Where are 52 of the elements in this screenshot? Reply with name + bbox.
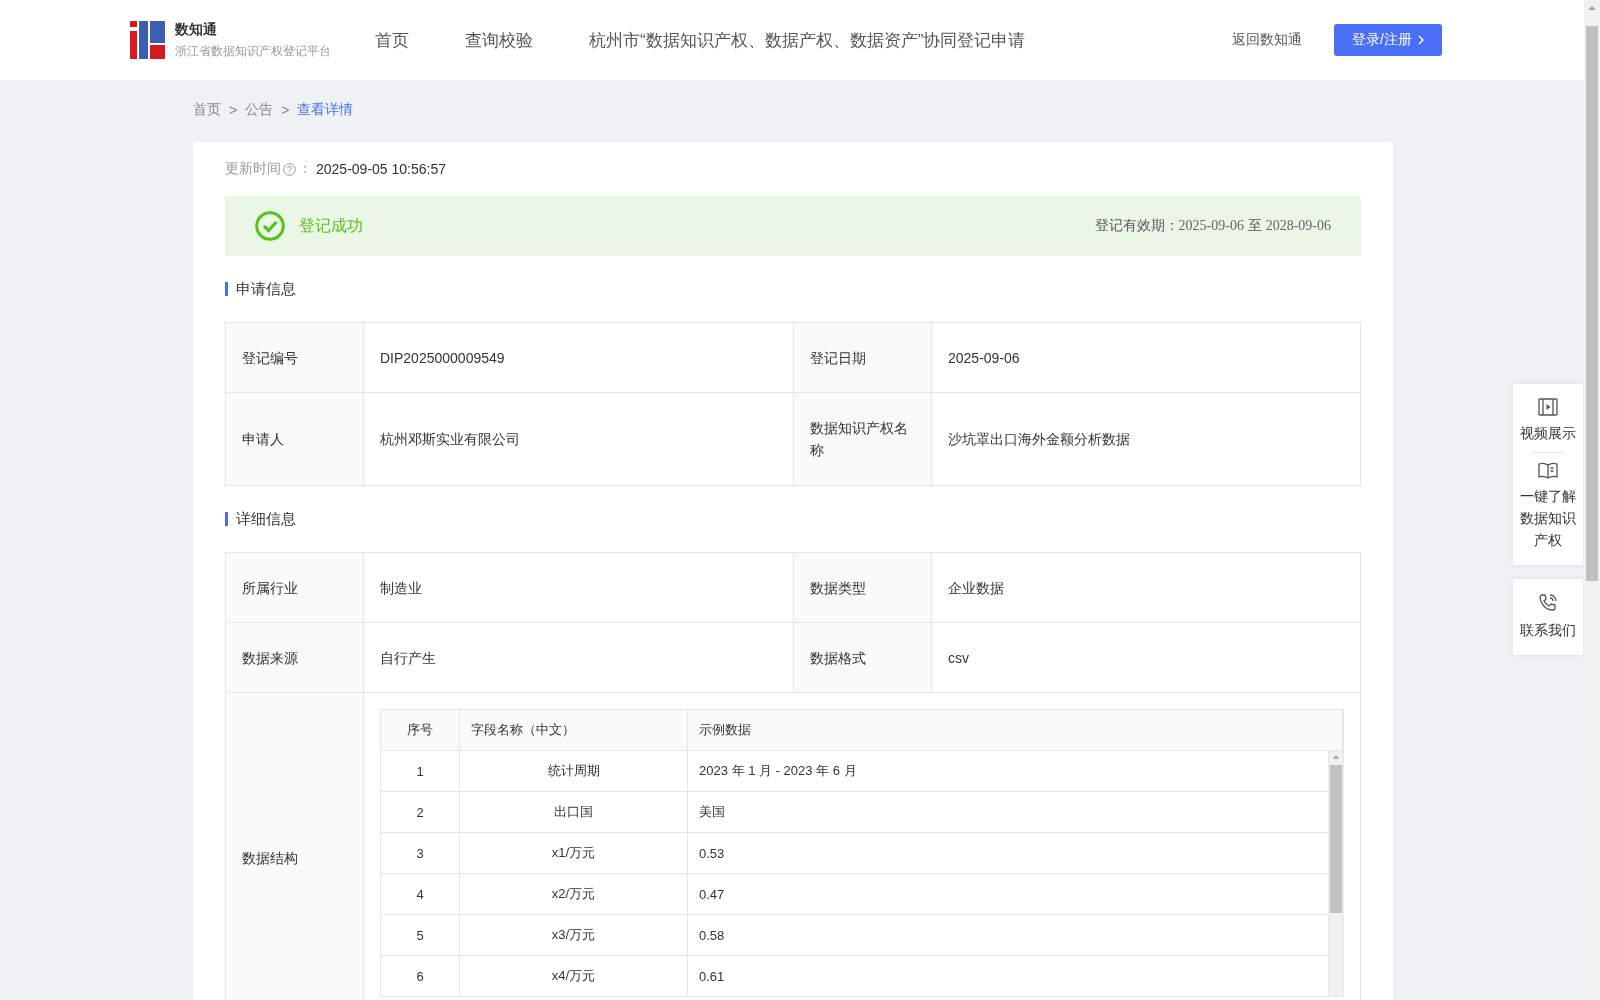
update-time-label: 更新时间 (225, 160, 281, 178)
nav-link[interactable]: 杭州市“数据知识产权、数据产权、数据资产”协同登记申请 (589, 28, 1026, 52)
side-tool-link[interactable]: 一键了解数据知识产权 (1514, 453, 1582, 559)
logo-subtitle: 浙江省数据知识产权登记平台 (175, 42, 331, 60)
nav-link[interactable]: 查询校验 (465, 28, 533, 52)
book-icon (1538, 461, 1558, 479)
field-value: 杭州邓斯实业有限公司 (364, 393, 794, 486)
side-tool-label: 一键了解数据知识产权 (1520, 487, 1576, 550)
field-label: 所属行业 (226, 553, 364, 623)
section-title: 详细信息 (225, 512, 1361, 526)
field-label: 数据类型 (794, 553, 932, 623)
field-label: 数据来源 (226, 623, 364, 693)
side-tool-label: 视频展示 (1520, 424, 1576, 443)
check-circle-icon (255, 211, 285, 241)
film-icon (1538, 398, 1558, 416)
chevron-icon (1417, 35, 1424, 45)
back-link[interactable]: 返回数知通 (1232, 31, 1302, 49)
status-text: 登记成功 (299, 215, 364, 236)
breadcrumb-separator: > (229, 102, 238, 118)
help-icon (283, 162, 296, 176)
column-header: 字段名称（中文） (460, 710, 688, 750)
login-button[interactable]: 登录/注册 (1334, 24, 1442, 56)
phone-icon (1538, 593, 1558, 613)
validity-period: 登记有效期：2025-09-06 至 2028-09-06 (1094, 217, 1331, 235)
field-label: 数据知识产权名称 (794, 393, 932, 486)
side-tool-label: 联系我们 (1520, 621, 1576, 640)
nav-link[interactable]: 首页 (375, 28, 409, 52)
field-label: 登记编号 (226, 323, 364, 393)
breadcrumb-separator: > (281, 102, 290, 118)
field-value: 企业数据 (932, 553, 1361, 623)
breadcrumb-link[interactable]: 查看详情 (297, 101, 354, 119)
field-value: 制造业 (364, 553, 794, 623)
column-header: 示例数据 (688, 710, 1343, 750)
column-header: 序号 (381, 710, 460, 750)
scroll-up-icon[interactable] (1587, 4, 1597, 12)
field-value: csv (932, 623, 1361, 693)
logo-title: 数知通 (175, 20, 218, 39)
field-value: DIP2025000009549 (364, 323, 794, 393)
section-title: 申请信息 (225, 282, 1361, 296)
field-label: 数据格式 (794, 623, 932, 693)
field-label: 申请人 (226, 393, 364, 486)
field-label: 数据结构 (226, 693, 364, 1000)
side-tool-link[interactable]: 视频展示 (1514, 390, 1582, 452)
field-value: 自行产生 (364, 623, 794, 693)
scrollbar-thumb[interactable] (1586, 26, 1598, 581)
colon: ： (298, 160, 312, 178)
table-scrollbar[interactable] (1329, 751, 1343, 997)
update-time-value: 2025-09-05 10:56:57 (316, 161, 446, 177)
field-value: 沙坑罩出口海外金额分析数据 (932, 393, 1361, 486)
field-label: 登记日期 (794, 323, 932, 393)
logo-icon (130, 21, 165, 59)
field-value: 2025-09-06 (932, 323, 1361, 393)
